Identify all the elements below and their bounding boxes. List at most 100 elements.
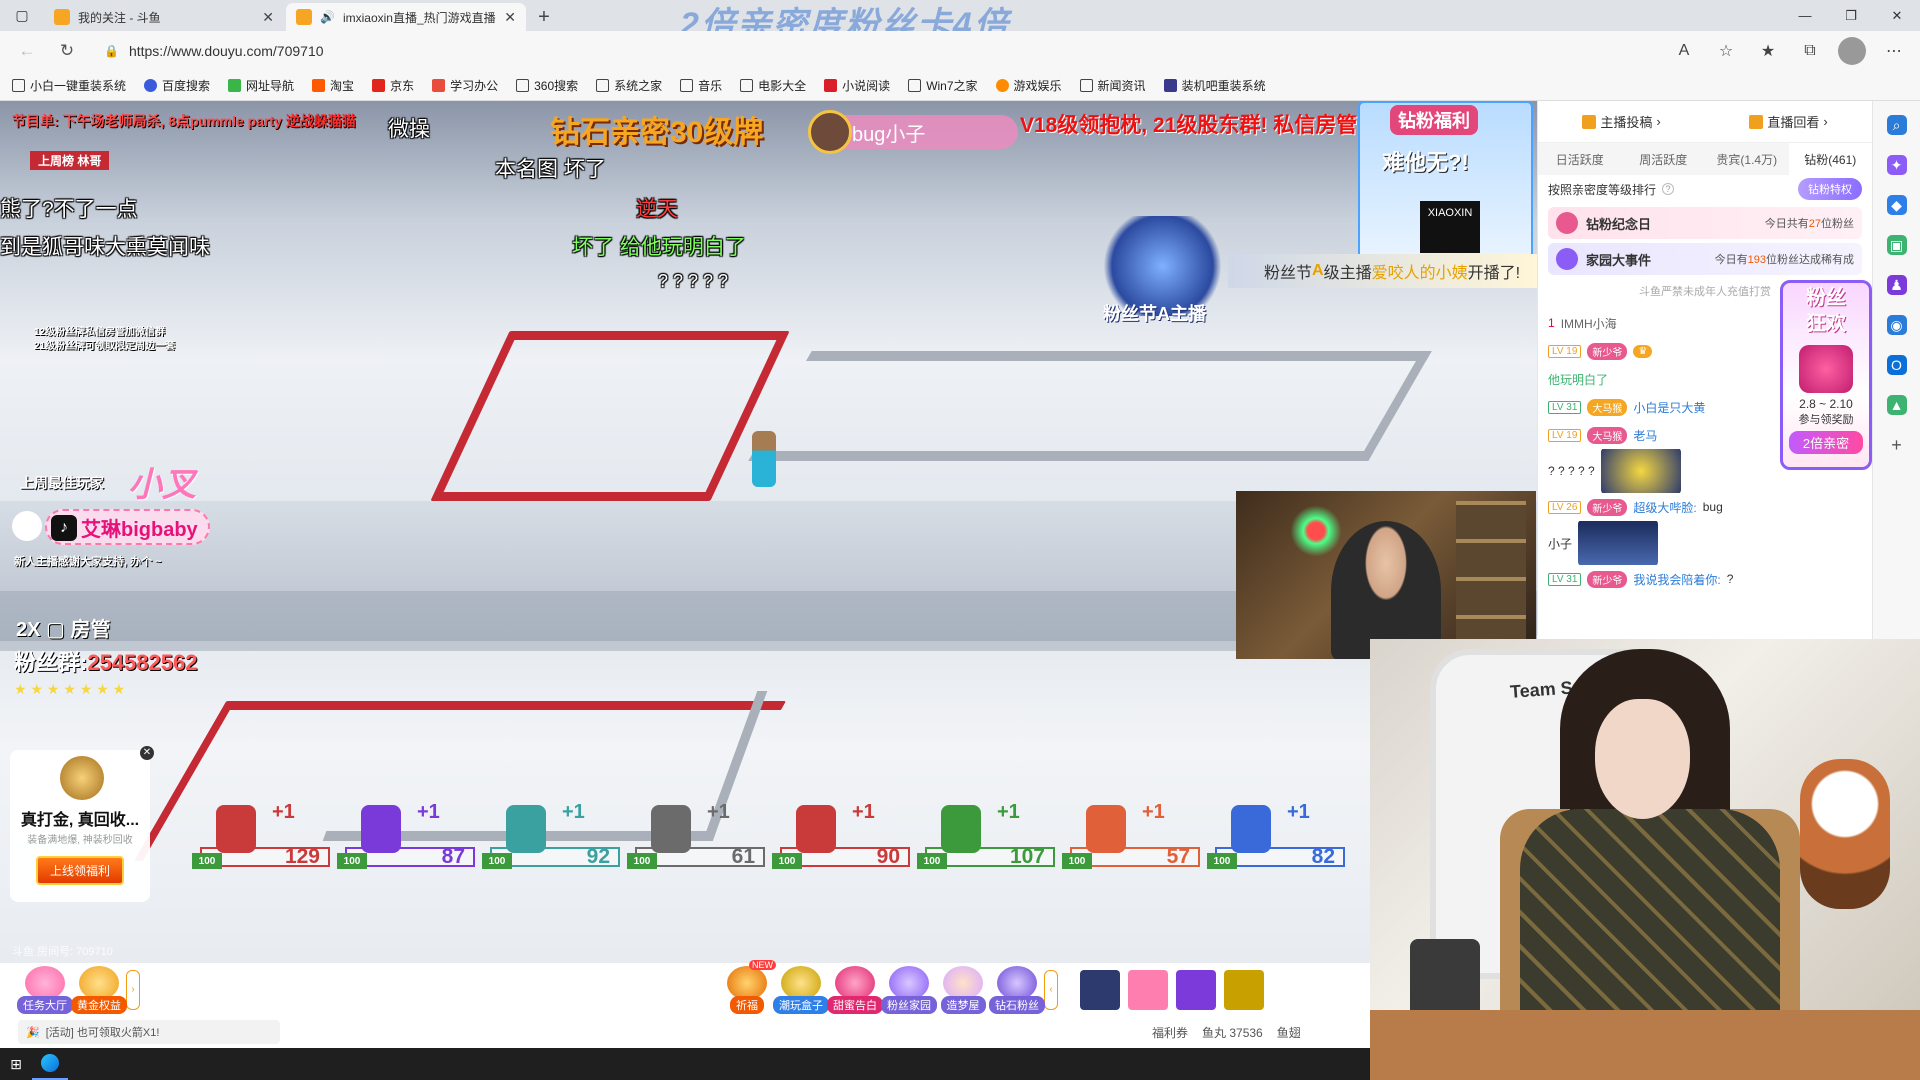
speaker-icon[interactable]: 🔊 <box>320 10 335 24</box>
gift-item-icon[interactable] <box>1128 969 1168 1010</box>
close-tab-icon[interactable]: ✕ <box>262 9 274 26</box>
bookmark-item[interactable]: 新闻资讯 <box>1079 77 1146 94</box>
tab-daily-activity[interactable]: 日活跃度 <box>1538 143 1622 175</box>
dream-house-button[interactable]: 造梦屋 <box>936 965 990 1014</box>
more-menu-icon[interactable]: ⋯ <box>1880 37 1908 65</box>
bookmark-item[interactable]: Win7之家 <box>908 77 978 94</box>
gold-rights-button[interactable]: 黄金权益 <box>71 965 127 1014</box>
collections-icon[interactable]: ⧉ <box>1796 37 1824 65</box>
trend-box-button[interactable]: 潮玩盒子 <box>773 965 829 1014</box>
tab-weekly-activity[interactable]: 周活跃度 <box>1622 143 1706 175</box>
tools-icon[interactable]: ▣ <box>1886 235 1907 255</box>
new-tab-button[interactable]: + <box>528 3 560 31</box>
team-hp: 100 <box>337 853 367 869</box>
office-icon[interactable]: ◉ <box>1886 315 1907 335</box>
bookmark-item[interactable]: 360搜索 <box>516 77 578 94</box>
tree-icon[interactable]: ▲ <box>1886 395 1907 415</box>
bookmark-item[interactable]: 电影大全 <box>740 77 806 94</box>
browser-tab-strip: ▢ 我的关注 - 斗鱼 ✕ 🔊 imxiaoxin直播_热门游戏直播 ✕ + 2… <box>0 0 1920 44</box>
diamond-anniversary-card[interactable]: 钻粉纪念日 今日共有27位粉丝 <box>1548 207 1862 239</box>
close-tab-icon[interactable]: ✕ <box>504 9 516 26</box>
add-icon[interactable]: + <box>1887 435 1907 455</box>
close-window-icon[interactable]: ✕ <box>1874 0 1920 31</box>
host-avatar[interactable] <box>808 110 852 154</box>
team-mascot-icon <box>1231 805 1271 853</box>
team-score-value: 61 <box>731 845 755 868</box>
bookmark-item[interactable]: 百度搜索 <box>144 77 210 94</box>
tab-actions-icon[interactable]: ▢ <box>0 0 44 31</box>
copilot-icon[interactable]: ✦ <box>1886 155 1907 175</box>
promo-card[interactable]: 钻粉福利 难他无?! XIAOXIN <box>1358 101 1533 261</box>
activity-message-bar[interactable]: 🎉 [活动] 也可领取火箭X1! <box>18 1020 280 1044</box>
chat-message: LV 26 新少爷 超级大哔脸: bug <box>1548 493 1862 521</box>
bookmark-item[interactable]: 淘宝 <box>312 77 354 94</box>
add-favorite-icon[interactable]: ☆ <box>1712 37 1740 65</box>
team-mascot-icon <box>941 805 981 853</box>
bookmark-item[interactable]: 音乐 <box>680 77 722 94</box>
claim-benefit-button[interactable]: 上线领福利 <box>35 856 124 885</box>
gift-item-icon[interactable] <box>1224 969 1264 1010</box>
profile-icon[interactable] <box>1838 37 1866 65</box>
gift-item-icon[interactable] <box>1080 969 1120 1010</box>
tiktok-pill: ♪ 艾琳bigbaby <box>45 509 210 545</box>
tab-vip[interactable]: 贵宾(1.4万) <box>1705 143 1789 175</box>
home-event-card[interactable]: 家园大事件 今日有193位粉丝达成稀有成 <box>1548 243 1862 275</box>
roles-line: 2X ▢ 房管 <box>16 619 111 641</box>
diamond-fan-button[interactable]: 钻石粉丝 <box>989 965 1045 1014</box>
team-mascot-icon <box>796 805 836 853</box>
team-score-value: 129 <box>284 845 320 868</box>
fishfin-count: 鱼翅 <box>1276 1026 1301 1040</box>
notice-small-1: 12级粉丝牌私信房管加微信群 <box>34 327 166 338</box>
help-icon[interactable]: ? <box>1662 183 1675 195</box>
bookmark-item[interactable]: 小说阅读 <box>824 77 890 94</box>
diamond-privilege-button[interactable]: 钻粉特权 <box>1798 178 1862 200</box>
gift-promo-card[interactable]: ✕ 真打金, 真回收... 装备满地爆, 神装秒回收 上线领福利 <box>10 746 154 902</box>
prayer-button[interactable]: NEW 祈福 <box>720 959 776 1014</box>
bookmark-item[interactable]: 京东 <box>372 77 414 94</box>
expand-arrow-icon[interactable]: ‹ <box>1044 969 1058 1010</box>
double-intimacy-button[interactable]: 2倍亲密 <box>1789 431 1863 454</box>
host-posts-link[interactable]: 主播投稿 › <box>1582 112 1661 131</box>
video-player[interactable]: 节目单: 下午场老师局杀, 8点pummle party 逆战躲猫猫 上周榜 林… <box>0 101 1537 963</box>
sweet-confession-button[interactable]: 甜蜜告白 <box>827 965 883 1014</box>
bookmark-item[interactable]: 游戏娱乐 <box>995 77 1062 94</box>
bookmark-item[interactable]: 装机吧重装系统 <box>1163 77 1266 94</box>
refresh-icon[interactable]: ↻ <box>52 36 82 66</box>
search-icon[interactable]: ⌕ <box>1886 115 1907 135</box>
bookmark-item[interactable]: 学习办公 <box>432 77 498 94</box>
danmu-message: 本名图 坏了 <box>495 158 606 181</box>
gift-item-icon[interactable] <box>1176 969 1216 1010</box>
windows-start-icon[interactable]: ⊞ <box>0 1048 32 1080</box>
restore-icon[interactable]: ❐ <box>1828 0 1874 31</box>
score-plus: +1 <box>707 801 730 823</box>
lock-icon[interactable]: 🔒 <box>104 44 119 58</box>
fan-festival-badge[interactable]: 粉丝节A主播 <box>1095 216 1230 326</box>
url-field[interactable]: 🔒 https://www.douyu.com/709710 <box>92 36 1652 66</box>
minimize-icon[interactable]: — <box>1782 0 1828 31</box>
fan-festival-ribbon[interactable]: 粉丝节 A 级主播 爱咬人的小姨 开播了! <box>1228 254 1537 288</box>
coupon-link[interactable]: 福利券 <box>1152 1024 1188 1041</box>
tab-diamond-fans[interactable]: 钻粉(461) <box>1788 143 1872 175</box>
replay-link[interactable]: 直播回看 › <box>1749 112 1828 131</box>
score-plus: +1 <box>562 801 585 823</box>
fan-home-button[interactable]: 粉丝家园 <box>881 965 937 1014</box>
bookmark-item[interactable]: 网址导航 <box>228 77 294 94</box>
close-icon[interactable]: ✕ <box>140 746 154 760</box>
task-hall-button[interactable]: 任务大厅 <box>17 965 73 1014</box>
games-icon[interactable]: ♟ <box>1886 275 1907 295</box>
fan-carnival-widget[interactable]: 粉丝 狂欢 2.8 ~ 2.10 参与领奖励 2倍亲密 <box>1780 280 1872 470</box>
shopping-icon[interactable]: ◆ <box>1886 195 1907 215</box>
edge-taskbar-icon[interactable] <box>32 1048 68 1080</box>
face <box>1595 699 1690 819</box>
player-character <box>752 431 776 487</box>
outlook-icon[interactable]: O <box>1886 355 1907 375</box>
bookmark-item[interactable]: 小白一键重装系统 <box>12 77 126 94</box>
bookmark-item[interactable]: 系统之家 <box>596 77 662 94</box>
danmu-message: ? ? ? ? ? <box>658 271 729 291</box>
favorites-icon[interactable]: ★ <box>1754 37 1782 65</box>
tab-stream[interactable]: 🔊 imxiaoxin直播_热门游戏直播 ✕ <box>286 3 526 31</box>
back-arrow-icon[interactable]: ← <box>12 36 42 66</box>
expand-arrow-icon[interactable]: › <box>126 969 140 1010</box>
read-aloud-icon[interactable]: A <box>1670 37 1698 65</box>
tab-my-follow[interactable]: 我的关注 - 斗鱼 ✕ <box>44 3 284 31</box>
